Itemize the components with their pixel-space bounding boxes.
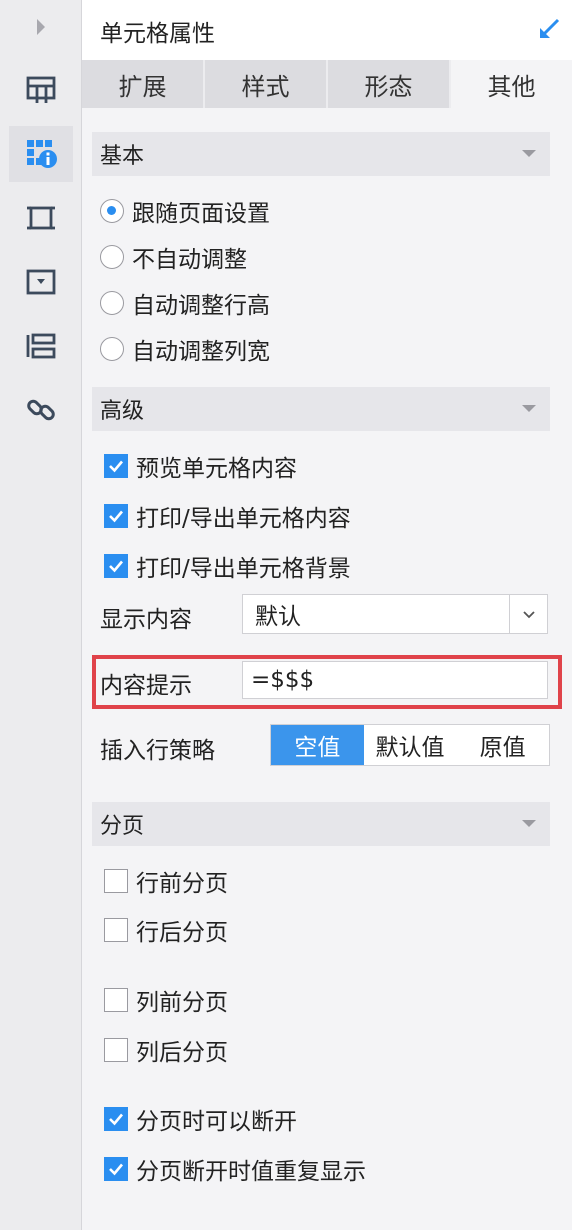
tab-form[interactable]: 形态 <box>328 60 451 108</box>
check-preview-content[interactable]: 预览单元格内容 <box>104 449 297 483</box>
check-print-content[interactable]: 打印/导出单元格内容 <box>104 499 351 533</box>
chevron-down-icon <box>522 405 536 412</box>
cell-properties-panel: 单元格属性 扩展 样式 形态 其他 基本 跟随页面设置 不自动调整 自动调整行高… <box>82 0 572 1230</box>
check-repeat-on-break[interactable]: 分页断开时值重复显示 <box>104 1152 366 1186</box>
checkbox[interactable] <box>104 1157 128 1181</box>
checkbox[interactable] <box>104 1038 128 1062</box>
link-icon[interactable] <box>9 382 73 438</box>
checkbox[interactable] <box>104 918 128 942</box>
radio-follow-page[interactable]: 跟随页面设置 <box>100 194 270 228</box>
checkbox-label: 分页断开时值重复显示 <box>136 1159 366 1185</box>
cell-attribute-icon[interactable] <box>9 126 73 182</box>
checkbox-label: 分页时可以断开 <box>136 1109 297 1135</box>
content-hint-input[interactable] <box>242 661 548 699</box>
checkbox[interactable] <box>104 554 128 578</box>
checkbox-label: 打印/导出单元格背景 <box>136 556 351 582</box>
radio-label: 跟随页面设置 <box>132 201 270 227</box>
display-content-select[interactable]: 默认 <box>242 594 548 634</box>
radio-label: 自动调整行高 <box>132 293 270 319</box>
check-page-after-row[interactable]: 行后分页 <box>104 913 228 947</box>
radio-no-auto-adjust[interactable]: 不自动调整 <box>100 240 247 274</box>
insert-row-strategy-label: 插入行策略 <box>100 738 215 764</box>
section-basic-header[interactable]: 基本 <box>92 132 550 176</box>
radio-button[interactable] <box>100 291 124 315</box>
tab-style[interactable]: 样式 <box>205 60 328 108</box>
insert-row-strategy-segmented: 空值 默认值 原值 <box>270 724 550 766</box>
checkbox[interactable] <box>104 1107 128 1131</box>
tab-bar: 扩展 样式 形态 其他 <box>82 60 572 108</box>
check-page-before-col[interactable]: 列前分页 <box>104 983 228 1017</box>
list-icon[interactable] <box>9 318 73 374</box>
checkbox[interactable] <box>104 988 128 1012</box>
section-paging-header[interactable]: 分页 <box>92 802 550 846</box>
content-hint-label: 内容提示 <box>100 673 192 699</box>
select-value: 默认 <box>255 604 301 630</box>
section-basic-title: 基本 <box>100 144 145 169</box>
checkbox-label: 列前分页 <box>136 990 228 1016</box>
display-content-label: 显示内容 <box>100 607 192 633</box>
chevron-down-icon <box>522 150 536 157</box>
radio-auto-row-height[interactable]: 自动调整行高 <box>100 286 270 320</box>
tab-other[interactable]: 其他 <box>451 60 572 108</box>
collapse-arrow-icon[interactable] <box>536 16 562 42</box>
chevron-down-icon <box>522 820 536 827</box>
radio-button[interactable] <box>100 337 124 361</box>
checkbox-label: 行后分页 <box>136 920 228 946</box>
checkbox[interactable] <box>104 869 128 893</box>
radio-auto-col-width[interactable]: 自动调整列宽 <box>100 332 270 366</box>
checkbox[interactable] <box>104 454 128 478</box>
segment-empty-value[interactable]: 空值 <box>271 725 364 765</box>
section-paging-title: 分页 <box>100 814 145 839</box>
radio-label: 自动调整列宽 <box>132 339 270 365</box>
left-toolbar <box>0 0 82 1230</box>
radio-label: 不自动调整 <box>132 247 247 273</box>
radio-button[interactable] <box>100 245 124 269</box>
segment-original-value[interactable]: 原值 <box>456 725 549 765</box>
panel-header: 单元格属性 <box>82 0 572 60</box>
cell-layout-icon[interactable] <box>9 62 73 118</box>
check-can-break[interactable]: 分页时可以断开 <box>104 1102 297 1136</box>
checkbox[interactable] <box>104 504 128 528</box>
check-page-before-row[interactable]: 行前分页 <box>104 864 228 898</box>
section-advanced-header[interactable]: 高级 <box>92 387 550 431</box>
check-print-background[interactable]: 打印/导出单元格背景 <box>104 549 351 583</box>
checkbox-label: 列后分页 <box>136 1040 228 1066</box>
tab-expand[interactable]: 扩展 <box>82 60 205 108</box>
segment-default-value[interactable]: 默认值 <box>364 725 457 765</box>
expand-arrow-icon[interactable] <box>9 2 73 52</box>
checkbox-label: 预览单元格内容 <box>136 456 297 482</box>
panel-title: 单元格属性 <box>100 21 215 47</box>
section-advanced-title: 高级 <box>100 399 145 424</box>
checkbox-label: 打印/导出单元格内容 <box>136 506 351 532</box>
check-page-after-col[interactable]: 列后分页 <box>104 1033 228 1067</box>
chevron-down-icon[interactable] <box>509 595 547 633</box>
checkbox-label: 行前分页 <box>136 871 228 897</box>
frame-icon[interactable] <box>9 190 73 246</box>
widget-icon[interactable] <box>9 254 73 310</box>
radio-button[interactable] <box>100 199 124 223</box>
